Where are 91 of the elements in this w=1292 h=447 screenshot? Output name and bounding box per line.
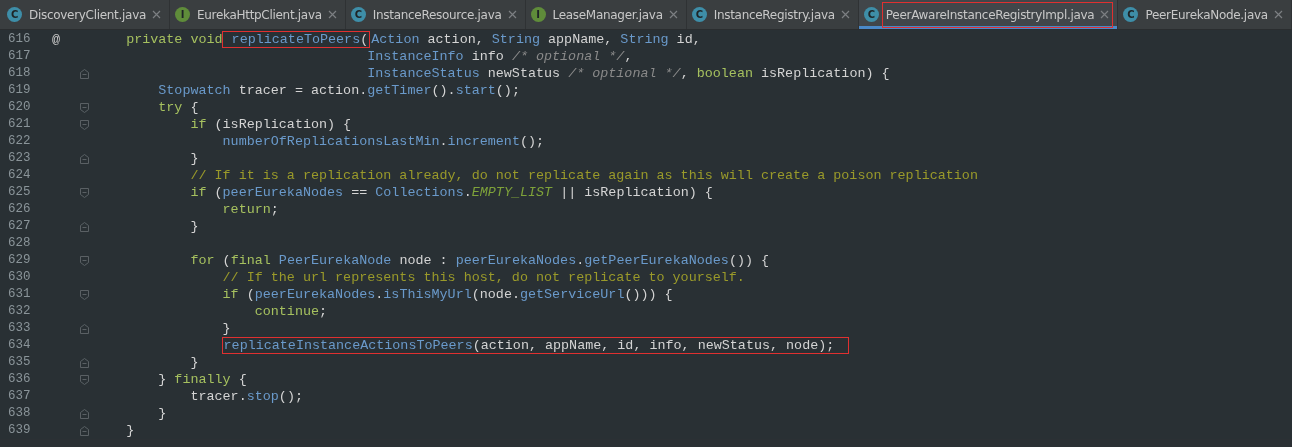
editor-tab[interactable]: C PeerEurekaNode.java: [1118, 0, 1292, 29]
code-text: if (peerEurekaNodes.isThisMyUrl(node.getServiceUrl())) {: [221, 287, 673, 302]
tab-label: PeerAwareInstanceRegistryImpl.java: [885, 7, 1095, 22]
tab-label: InstanceResource.java: [372, 7, 502, 22]
line-number: 633: [7, 320, 32, 337]
code-text: Stopwatch tracer = action.getTimer().start();: [157, 83, 520, 98]
fold-icon[interactable]: [79, 68, 89, 79]
fold-icon[interactable]: [79, 221, 89, 232]
tab-label: EurekaHttpClient.java: [197, 7, 322, 22]
code-text: }: [189, 219, 199, 234]
class-badge: C: [350, 7, 366, 22]
fold-icon[interactable]: [79, 408, 89, 419]
class-badge: C: [7, 7, 22, 22]
code-text: }: [125, 423, 135, 438]
line-number: 623: [7, 150, 32, 167]
highlight-box: replicateInstanceActionsToPeers(action, appName, id, info, newStatus, node);: [222, 338, 849, 353]
line-number: 636: [7, 371, 32, 388]
editor-tab[interactable]: I LeaseManager.java: [525, 0, 687, 29]
fold-icon[interactable]: [79, 289, 89, 300]
line-number: 622: [7, 133, 32, 150]
class-badge: C: [1123, 7, 1139, 22]
code-text: InstanceInfo info /* optional */,: [366, 49, 633, 64]
close-icon[interactable]: [1100, 10, 1110, 19]
code-text: if (peerEurekaNodes == Collections.EMPTY_LIST || isReplication) {: [189, 185, 713, 200]
editor-tab[interactable]: C InstanceRegistry.java: [686, 0, 859, 29]
code-text: return;: [221, 202, 279, 217]
class-badge: C: [691, 7, 707, 22]
code-text: continue;: [253, 304, 328, 319]
code-text: numberOfReplicationsLastMin.increment();: [221, 134, 545, 149]
fold-icon[interactable]: [79, 187, 89, 198]
line-number: 618: [7, 65, 32, 82]
code-text: }: [189, 151, 199, 166]
tab-label: PeerEurekaNode.java: [1145, 7, 1268, 22]
gutter-marker[interactable]: @: [52, 31, 74, 48]
line-number: 628: [7, 235, 32, 252]
line-number: 635: [7, 354, 32, 371]
close-icon[interactable]: [507, 10, 517, 19]
line-number: 632: [7, 303, 32, 320]
line-number: 620: [7, 99, 32, 116]
line-number: 616: [7, 31, 32, 48]
fold-icon[interactable]: [79, 323, 89, 334]
close-icon[interactable]: [840, 10, 850, 19]
interface-badge: I: [175, 7, 190, 22]
line-number: 629: [7, 252, 32, 269]
line-number: 625: [7, 184, 32, 201]
close-icon[interactable]: [152, 10, 161, 19]
line-number: 626: [7, 201, 32, 218]
close-icon[interactable]: [668, 10, 678, 19]
tab-label: DiscoveryClient.java: [29, 7, 146, 22]
line-number: 639: [7, 422, 32, 439]
line-number: 619: [7, 82, 32, 99]
line-number: 631: [7, 286, 32, 303]
highlight-box: replicateToPeers(: [222, 32, 370, 47]
fold-icon[interactable]: [79, 374, 89, 385]
line-number: 634: [7, 337, 32, 354]
tab-label: LeaseManager.java: [552, 7, 663, 22]
line-number: 638: [7, 405, 32, 422]
editor-tab[interactable]: I EurekaHttpClient.java: [170, 0, 346, 29]
fold-icon[interactable]: [79, 357, 89, 368]
code-text: }: [189, 355, 199, 370]
code-text: for (final PeerEurekaNode node : peerEurekaNodes.getPeerEurekaNodes()) {: [189, 253, 770, 268]
fold-icon[interactable]: [79, 102, 89, 113]
code-text: // If the url represents this host, do not replicate to yourself.: [221, 270, 745, 285]
line-number: 637: [7, 388, 32, 405]
tab-label: InstanceRegistry.java: [713, 7, 835, 22]
line-number: 617: [7, 48, 32, 65]
code-text: }: [157, 406, 167, 421]
code-text: private void: [125, 32, 223, 47]
code-text: } finally {: [157, 372, 247, 387]
code-text: Action action, String appName, String id,: [371, 32, 701, 47]
close-icon[interactable]: [1273, 10, 1283, 19]
interface-badge: I: [530, 7, 546, 22]
code-text: InstanceStatus newStatus /* optional */, boolean isReplication) {: [366, 66, 890, 81]
code-text: }: [221, 321, 231, 336]
close-icon[interactable]: [327, 10, 337, 19]
fold-icon[interactable]: [79, 153, 89, 164]
fold-icon[interactable]: [79, 119, 89, 130]
class-badge: C: [863, 7, 879, 22]
line-number: 621: [7, 116, 32, 133]
line-number: 627: [7, 218, 32, 235]
editor-tab[interactable]: C DiscoveryClient.java: [2, 0, 170, 29]
code-text: tracer.stop();: [189, 389, 303, 404]
code-text: try {: [157, 100, 199, 115]
code-text: if (isReplication) {: [189, 117, 352, 132]
editor-tab[interactable]: C PeerAwareInstanceRegistryImpl.java: [858, 0, 1119, 29]
editor-tab[interactable]: C InstanceResource.java: [345, 0, 526, 29]
line-number: 624: [7, 167, 32, 184]
fold-icon[interactable]: [79, 425, 89, 436]
fold-icon[interactable]: [79, 255, 89, 266]
line-number: 630: [7, 269, 32, 286]
code-text: // If it is a replication already, do not replicate again as this will create a poison replication: [189, 168, 978, 183]
